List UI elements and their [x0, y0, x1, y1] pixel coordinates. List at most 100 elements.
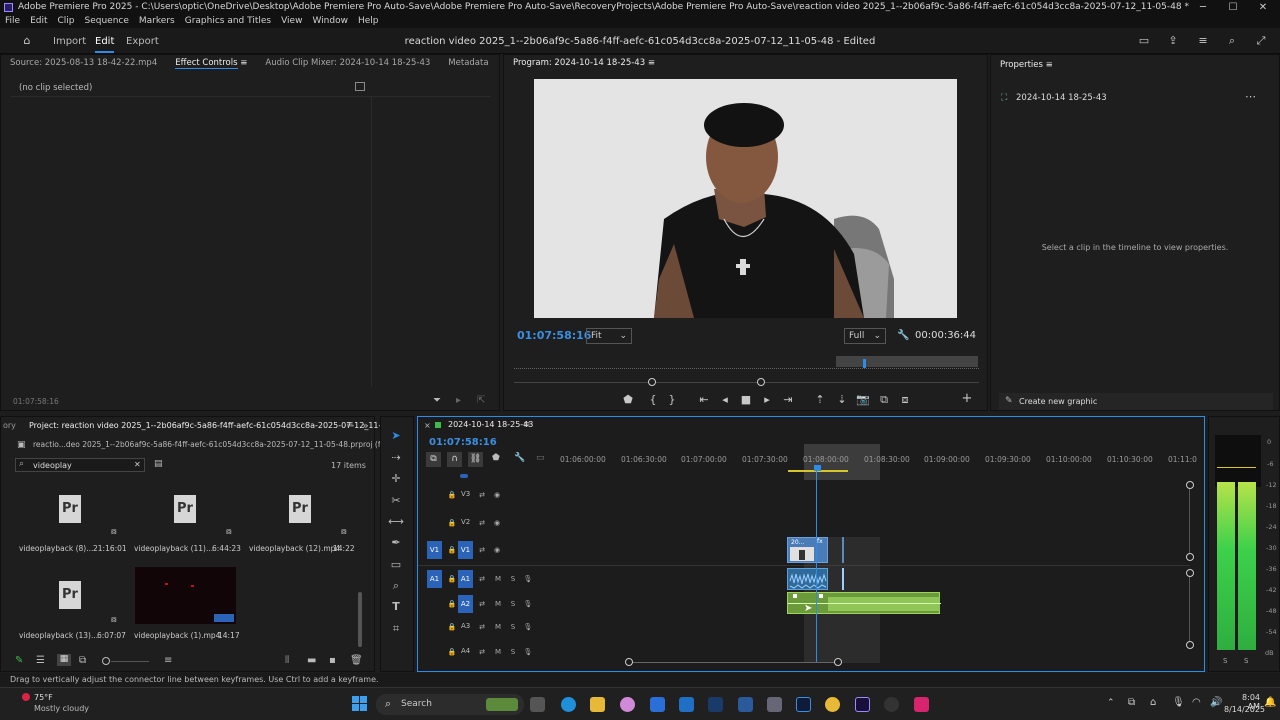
video-clip[interactable]: 20... fx: [787, 537, 828, 563]
lock-icon[interactable]: 🔒: [446, 621, 458, 633]
mute-button[interactable]: M: [492, 621, 504, 633]
source-patch-v1[interactable]: V1: [427, 541, 442, 559]
sync-lock-icon[interactable]: ⇄: [476, 646, 488, 658]
sort-icon[interactable]: ≡: [164, 655, 172, 666]
extract-icon[interactable]: ⇣: [835, 393, 849, 406]
phone-link-icon[interactable]: [738, 697, 753, 712]
share-icon[interactable]: ⇪: [1166, 34, 1180, 48]
weather-widget[interactable]: 75°F Mostly cloudy: [8, 692, 98, 718]
more-options-icon[interactable]: ⋯: [1245, 90, 1256, 103]
icon-view-icon[interactable]: ▦: [57, 654, 71, 666]
copilot-icon[interactable]: [620, 697, 635, 712]
track-name-a1[interactable]: A1: [458, 570, 473, 588]
video-scroll-track[interactable]: [1189, 489, 1190, 553]
write-on-icon[interactable]: ✎: [15, 655, 23, 666]
tiktok-icon[interactable]: [914, 697, 929, 712]
step-back-icon[interactable]: ◂: [718, 393, 732, 406]
wifi-icon[interactable]: ◠: [1192, 697, 1201, 708]
microphone-icon[interactable]: 🎙: [522, 598, 534, 610]
microphone-icon[interactable]: 🎙: [522, 646, 534, 658]
mute-button[interactable]: M: [492, 646, 504, 658]
track-name-a2[interactable]: A2: [458, 595, 473, 613]
audio-clip-a1[interactable]: [787, 568, 828, 590]
video-scroll-handle-bottom[interactable]: [1186, 553, 1194, 561]
zoom-handle-left[interactable]: [648, 378, 656, 386]
task-view-icon[interactable]: [530, 697, 545, 712]
fit-dropdown[interactable]: Fit ⌄: [586, 328, 632, 344]
timeline-zoom-track[interactable]: [628, 662, 838, 663]
play-audio-icon[interactable]: ▸: [456, 395, 461, 406]
ripple-edit-tool-icon[interactable]: ✛: [388, 471, 404, 487]
menu-file[interactable]: File: [5, 15, 20, 28]
premiere-icon[interactable]: [855, 697, 870, 712]
tab-effect-controls[interactable]: Effect Controls ≡: [166, 55, 256, 71]
captions-tool-icon[interactable]: ⌗: [388, 621, 404, 637]
tray-app-icon[interactable]: ⧉: [1128, 697, 1135, 708]
menu-clip[interactable]: Clip: [58, 15, 75, 28]
edge-icon[interactable]: [561, 697, 576, 712]
export-frame-icon[interactable]: 📷: [856, 393, 870, 406]
hand-tool-icon[interactable]: ⌕: [388, 578, 404, 594]
new-bin-icon[interactable]: ▤: [154, 459, 163, 469]
chrome-icon[interactable]: [825, 697, 840, 712]
button-editor-icon[interactable]: +: [960, 391, 974, 406]
obs-icon[interactable]: [884, 697, 899, 712]
tab-audio-clip-mixer[interactable]: Audio Clip Mixer: 2024-10-14 18-25-43: [256, 55, 439, 71]
solo-button[interactable]: S: [507, 646, 519, 658]
project-menu-icon[interactable]: ≡: [346, 420, 354, 430]
project-item[interactable]: videoplayback (1).mp4 14:17: [134, 567, 240, 641]
captions-icon[interactable]: ▭: [536, 453, 545, 463]
minimize-button[interactable]: ─: [1188, 0, 1218, 15]
microphone-icon[interactable]: 🎙: [522, 621, 534, 633]
photoshop-icon[interactable]: [796, 697, 811, 712]
track-name-v1[interactable]: V1: [458, 541, 473, 559]
menu-view[interactable]: View: [281, 15, 302, 28]
notification-bell-icon[interactable]: 🔔: [1264, 697, 1276, 708]
tab-history-fragment[interactable]: ory: [3, 421, 16, 430]
timeline-zoom-handle-right[interactable]: [834, 658, 842, 666]
fullscreen-icon[interactable]: ⤢: [1254, 34, 1268, 48]
tab-properties[interactable]: Properties ≡: [991, 55, 1062, 71]
audio-scroll-track[interactable]: [1189, 577, 1190, 641]
proxy-toggle-icon[interactable]: ⧈: [898, 393, 912, 407]
menu-window[interactable]: Window: [312, 15, 348, 28]
solo-button[interactable]: S: [507, 573, 519, 585]
mark-in-icon[interactable]: {: [646, 393, 660, 406]
freeform-view-icon[interactable]: ⧉: [79, 655, 86, 666]
work-area-bar[interactable]: [836, 356, 978, 367]
lock-icon[interactable]: 🔒: [446, 646, 458, 658]
solo-button[interactable]: S: [507, 621, 519, 633]
audio-scroll-handle-bottom[interactable]: [1186, 641, 1194, 649]
timeline-settings-icon[interactable]: 🔧: [514, 453, 525, 463]
eye-icon[interactable]: ◉: [491, 544, 503, 556]
settings-icon[interactable]: [767, 697, 782, 712]
panel-toggle-icon[interactable]: ▭: [1137, 34, 1151, 48]
timeline-zoom-handle-left[interactable]: [625, 658, 633, 666]
filter-icon[interactable]: ⏷: [433, 395, 441, 406]
sync-lock-icon[interactable]: ⇄: [476, 489, 488, 501]
zoom-slider-handle[interactable]: [102, 657, 110, 665]
new-item-icon[interactable]: ▪: [329, 655, 336, 666]
project-search-input[interactable]: ⌕ videoplay ✕: [15, 458, 145, 472]
project-item[interactable]: Pr ⧇ videoplayback (13)... 6:07:07: [19, 579, 126, 641]
track-select-tool-icon[interactable]: ⇢: [388, 450, 404, 466]
mute-button[interactable]: M: [492, 598, 504, 610]
track-name-v2[interactable]: V2: [461, 518, 470, 526]
solo-right-button[interactable]: S: [1244, 657, 1248, 665]
comparison-view-icon[interactable]: ⧉: [877, 393, 891, 407]
maximize-button[interactable]: ☐: [1218, 0, 1248, 15]
dropbox-icon[interactable]: [650, 697, 665, 712]
automate-icon[interactable]: ⫴: [285, 655, 289, 666]
timeline-playhead-line[interactable]: [816, 465, 817, 663]
project-item[interactable]: Pr ⧇ videoplayback (12).mp4 14:22: [249, 495, 359, 557]
add-marker-icon[interactable]: ⬟: [621, 393, 635, 406]
tray-app-icon[interactable]: ⌂: [1150, 697, 1156, 708]
timeline-timecode[interactable]: 01:07:58:16: [429, 437, 497, 448]
resolution-dropdown[interactable]: Full ⌄: [844, 328, 886, 344]
outlook-icon[interactable]: [679, 697, 694, 712]
zoom-handle-right[interactable]: [757, 378, 765, 386]
lift-icon[interactable]: ⇡: [813, 393, 827, 406]
new-bin-icon[interactable]: ▬: [307, 655, 316, 666]
audio-clip-fragment[interactable]: [842, 568, 844, 590]
razor-tool-icon[interactable]: ✂: [388, 493, 404, 509]
